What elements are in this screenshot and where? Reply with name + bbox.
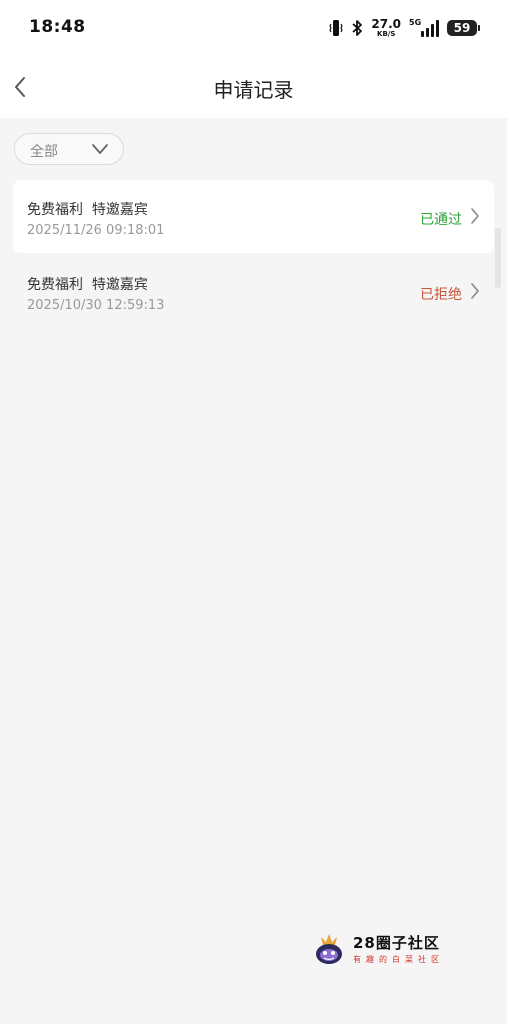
- network-speed: 27.0 KB/S: [371, 18, 401, 38]
- battery-level: 59: [453, 21, 471, 35]
- record-name: 免费福利 特邀嘉宾: [27, 202, 148, 218]
- record-status-approved: 已通过: [420, 212, 462, 228]
- battery-icon: 59: [447, 20, 480, 36]
- record-status-rejected: 已拒绝: [420, 287, 462, 303]
- record-item[interactable]: 免费福利 特邀嘉宾 2025/10/30 12:59:13 已拒绝: [13, 255, 494, 328]
- network-speed-value: 27.0: [371, 17, 401, 31]
- watermark: 28圈子社区 有趣的白菜社区: [313, 930, 453, 968]
- filter-selected-label: 全部: [30, 144, 58, 160]
- watermark-title: 28圈子社区: [353, 934, 440, 952]
- chevron-right-icon: [471, 283, 479, 299]
- status-filter-dropdown[interactable]: 全部: [14, 133, 124, 165]
- network-type: 5G: [409, 18, 422, 27]
- scrollbar-thumb[interactable]: [495, 228, 501, 288]
- record-date: 2025/10/30 12:59:13: [27, 298, 165, 313]
- record-name: 免费福利 特邀嘉宾: [27, 277, 148, 293]
- screen: 18:48 27.0 KB/S 5G 59 申请记录 全部 免费福利 特邀嘉宾 …: [0, 0, 507, 1024]
- community-logo-icon: [316, 934, 342, 964]
- signal-icon: 5G: [409, 19, 439, 37]
- status-icons: 27.0 KB/S 5G 59: [329, 16, 480, 40]
- status-bar: 18:48 27.0 KB/S 5G 59: [0, 0, 507, 56]
- vibrate-icon: [329, 19, 344, 37]
- bluetooth-icon: [351, 19, 363, 37]
- status-time: 18:48: [29, 17, 86, 37]
- record-list: 免费福利 特邀嘉宾 2025/11/26 09:18:01 已通过 免费福利 特…: [13, 180, 494, 330]
- watermark-subtitle: 有趣的白菜社区: [353, 955, 444, 964]
- nav-bar: 申请记录: [0, 56, 507, 118]
- page-title: 申请记录: [213, 78, 294, 102]
- record-item[interactable]: 免费福利 特邀嘉宾 2025/11/26 09:18:01 已通过: [13, 180, 494, 253]
- chevron-down-icon: [92, 144, 108, 154]
- chevron-right-icon: [471, 208, 479, 224]
- network-speed-unit: KB/S: [377, 30, 396, 38]
- record-date: 2025/11/26 09:18:01: [27, 223, 165, 238]
